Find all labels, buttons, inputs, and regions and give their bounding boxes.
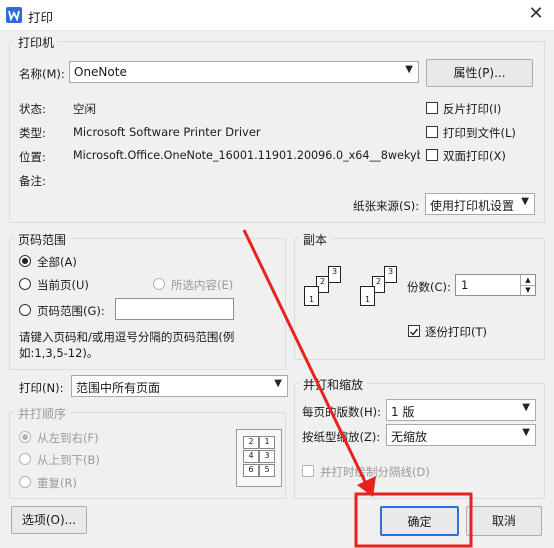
annotation-arrow-line [242,229,371,491]
annotation-overlay [242,229,473,548]
annotation-highlight-box [354,492,473,548]
